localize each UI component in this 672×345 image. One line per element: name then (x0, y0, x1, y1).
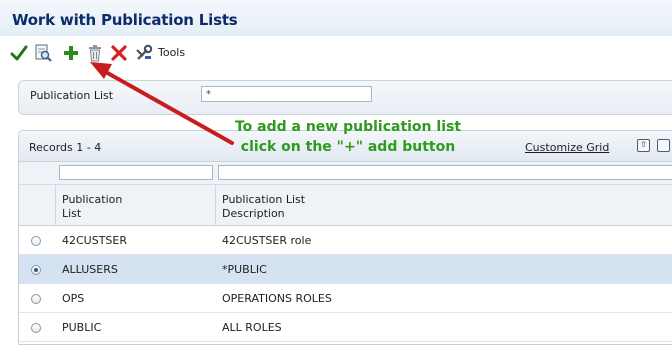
column-header-line: Description (222, 207, 285, 220)
qbe-row (19, 162, 672, 185)
cell-description: OPERATIONS ROLES (222, 292, 332, 305)
title-bar: Work with Publication Lists (0, 0, 672, 36)
publication-list-label: Publication List (30, 89, 114, 102)
row-select-radio[interactable] (31, 236, 41, 246)
checkmark-icon[interactable] (10, 44, 28, 62)
row-select-radio[interactable] (31, 265, 41, 275)
column-header-line: Publication (62, 193, 123, 206)
row-select-radio[interactable] (31, 294, 41, 304)
grid-options-icon[interactable] (657, 139, 670, 152)
data-grid: Records 1 - 4 Customize Grid ⇧ Publicati… (18, 130, 672, 345)
close-icon[interactable] (110, 44, 128, 62)
cell-description: ALL ROLES (222, 321, 282, 334)
trash-icon[interactable] (86, 44, 104, 62)
find-icon[interactable] (34, 44, 52, 62)
qbe-publication-list[interactable] (59, 165, 213, 180)
column-headers: Publication List Publication List Descri… (19, 185, 672, 226)
tools-label: Tools (158, 46, 186, 59)
cell-description: *PUBLIC (222, 263, 267, 276)
table-row[interactable]: PUBLIC ALL ROLES (19, 313, 672, 342)
column-header-line: List (62, 207, 82, 220)
page-title: Work with Publication Lists (12, 11, 238, 29)
table-row[interactable]: OPS OPERATIONS ROLES (19, 284, 672, 313)
export-icon[interactable]: ⇧ (637, 139, 650, 152)
cell-publication-list: OPS (62, 292, 85, 305)
cell-publication-list: 42CUSTSER (62, 234, 128, 247)
table-row[interactable]: ALLUSERS *PUBLIC (19, 255, 672, 284)
column-divider (215, 185, 216, 225)
row-select-radio[interactable] (31, 323, 41, 333)
cell-publication-list: ALLUSERS (62, 263, 118, 276)
cell-publication-list: PUBLIC (62, 321, 102, 334)
annotation-line: To add a new publication list (234, 119, 462, 135)
customize-grid-link[interactable]: Customize Grid (525, 141, 609, 154)
publication-list-field[interactable] (201, 86, 372, 102)
column-header-publication-list[interactable]: Publication List (62, 193, 122, 221)
tools-icon[interactable] (135, 44, 153, 62)
annotation-callout: To add a new publication list click on t… (218, 117, 478, 157)
column-divider (55, 185, 56, 225)
plus-icon[interactable] (62, 44, 80, 62)
table-row[interactable]: 42CUSTSER 42CUSTSER role (19, 226, 672, 255)
qbe-description[interactable] (218, 165, 672, 180)
cell-description: 42CUSTSER role (222, 234, 312, 247)
column-header-line: Publication List (222, 193, 306, 206)
records-count: Records 1 - 4 (29, 141, 102, 154)
annotation-line: click on the "+" add button (240, 139, 456, 155)
column-header-description[interactable]: Publication List Description (222, 193, 305, 221)
tools-menu[interactable]: Tools (158, 46, 185, 59)
